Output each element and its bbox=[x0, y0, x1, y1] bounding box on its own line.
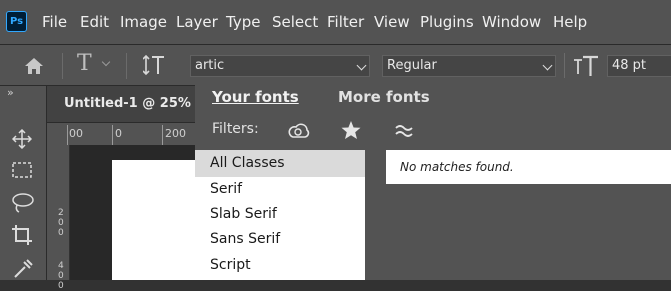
font-size-input[interactable]: 48 pt bbox=[607, 55, 671, 77]
move-tool-icon[interactable] bbox=[12, 129, 32, 149]
menu-help[interactable]: Help bbox=[553, 13, 587, 31]
document-canvas[interactable] bbox=[112, 160, 195, 280]
ruler-tick-label: 2 0 0 bbox=[58, 208, 64, 238]
font-size-icon bbox=[574, 55, 598, 76]
tab-more-fonts[interactable]: More fonts bbox=[338, 88, 430, 106]
text-orientation-icon[interactable] bbox=[143, 53, 167, 77]
home-icon[interactable] bbox=[23, 56, 45, 76]
creative-cloud-icon[interactable] bbox=[287, 122, 311, 140]
font-results-list: No matches found. bbox=[386, 150, 671, 184]
ruler-tick-label: 00 bbox=[69, 127, 83, 140]
menu-type[interactable]: Type bbox=[226, 13, 260, 31]
horizontal-type-tool-icon[interactable]: T bbox=[77, 51, 92, 76]
collapse-panel-icon[interactable]: » bbox=[7, 86, 14, 99]
class-script[interactable]: Script bbox=[210, 257, 251, 273]
horizontal-ruler[interactable]: 00 0 200 bbox=[47, 123, 195, 145]
vertical-ruler[interactable]: 2 0 0 4 0 0 bbox=[47, 145, 69, 291]
ruler-tick-label: 0 bbox=[115, 127, 122, 140]
tools-panel: » bbox=[0, 86, 47, 280]
star-icon[interactable] bbox=[340, 120, 362, 140]
eyedropper-tool-icon[interactable] bbox=[12, 258, 34, 280]
font-size-value: 48 pt bbox=[612, 58, 647, 73]
chevron-down-icon[interactable] bbox=[356, 60, 367, 71]
class-sans-serif[interactable]: Sans Serif bbox=[210, 231, 280, 247]
tool-preset-chevron-icon[interactable] bbox=[101, 57, 111, 67]
font-style-value: Regular bbox=[387, 58, 437, 73]
crop-tool-icon[interactable] bbox=[11, 224, 33, 246]
ruler-tick-label: 4 0 0 bbox=[58, 261, 64, 291]
menu-plugins[interactable]: Plugins bbox=[420, 13, 474, 31]
chevron-down-icon[interactable] bbox=[542, 60, 553, 71]
menu-file[interactable]: File bbox=[42, 13, 67, 31]
photoshop-logo: Ps bbox=[6, 11, 27, 32]
menu-filter[interactable]: Filter bbox=[327, 13, 364, 31]
filters-label: Filters: bbox=[212, 121, 259, 137]
similar-icon[interactable] bbox=[394, 123, 414, 137]
menu-edit[interactable]: Edit bbox=[80, 13, 109, 31]
menu-view[interactable]: View bbox=[374, 13, 410, 31]
no-matches-message: No matches found. bbox=[400, 160, 514, 174]
class-serif[interactable]: Serif bbox=[210, 181, 242, 197]
class-all-classes[interactable]: All Classes bbox=[210, 155, 285, 171]
marquee-tool-icon[interactable] bbox=[12, 162, 32, 178]
font-family-value: artic bbox=[195, 58, 225, 73]
font-style-select[interactable]: Regular bbox=[382, 55, 556, 77]
document-tab[interactable]: Untitled-1 @ 25% (R bbox=[47, 86, 211, 123]
menu-select[interactable]: Select bbox=[272, 13, 318, 31]
menu-image[interactable]: Image bbox=[120, 13, 167, 31]
document-tab-title: Untitled-1 @ 25% (R bbox=[64, 96, 212, 111]
lasso-tool-icon[interactable] bbox=[11, 192, 35, 214]
menu-bar: Ps File Edit Image Layer Type Select Fil… bbox=[0, 0, 671, 45]
menu-window[interactable]: Window bbox=[482, 13, 541, 31]
ruler-tick-label: 200 bbox=[165, 127, 186, 140]
font-family-input[interactable]: artic bbox=[190, 55, 370, 77]
menu-layer[interactable]: Layer bbox=[176, 13, 218, 31]
class-slab-serif[interactable]: Slab Serif bbox=[210, 206, 277, 222]
tab-your-fonts[interactable]: Your fonts bbox=[212, 88, 299, 106]
